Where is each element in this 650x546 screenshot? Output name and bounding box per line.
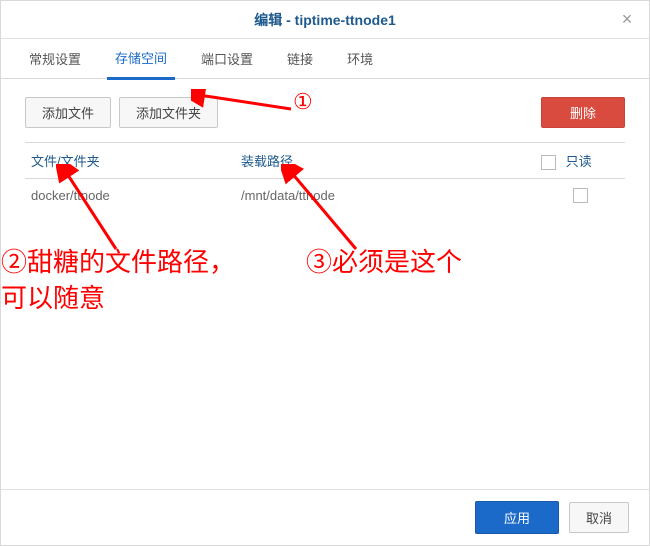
tab-bar: 常规设置 存储空间 端口设置 链接 环境 xyxy=(1,39,649,79)
annotation-text-2-line1: ②甜糖的文件路径， xyxy=(1,247,235,277)
table-row[interactable]: docker/ttnode /mnt/data/ttnode xyxy=(25,179,625,212)
titlebar: 编辑 - tiptime-ttnode1 × xyxy=(1,1,649,39)
tab-general[interactable]: 常规设置 xyxy=(21,39,89,78)
tab-links[interactable]: 链接 xyxy=(279,39,321,78)
col-header-path: 文件/文件夹 xyxy=(25,143,235,179)
col-header-mount: 装载路径 xyxy=(235,143,535,179)
close-icon[interactable]: × xyxy=(617,9,637,29)
delete-button[interactable]: 删除 xyxy=(541,97,625,128)
content-area: 添加文件 添加文件夹 删除 文件/文件夹 装载路径 只读 docker/ttno… xyxy=(1,79,649,489)
annotation-text-2-line2: 可以随意 xyxy=(1,283,105,313)
readonly-header-checkbox[interactable] xyxy=(541,155,556,170)
add-file-button[interactable]: 添加文件 xyxy=(25,97,111,128)
col-header-readonly: 只读 xyxy=(535,143,625,179)
volume-table: 文件/文件夹 装载路径 只读 docker/ttnode /mnt/data/t… xyxy=(25,142,625,211)
col-header-readonly-label: 只读 xyxy=(566,154,592,169)
toolbar: 添加文件 添加文件夹 删除 xyxy=(25,97,625,128)
tab-env[interactable]: 环境 xyxy=(339,39,381,78)
cell-mount: /mnt/data/ttnode xyxy=(235,179,535,212)
readonly-row-checkbox[interactable] xyxy=(573,188,588,203)
dialog-title: 编辑 - tiptime-ttnode1 xyxy=(254,10,396,30)
tab-port[interactable]: 端口设置 xyxy=(193,39,261,78)
add-folder-button[interactable]: 添加文件夹 xyxy=(119,97,218,128)
dialog-footer: 应用 取消 xyxy=(1,489,649,545)
cell-path: docker/ttnode xyxy=(25,179,235,212)
tab-volume[interactable]: 存储空间 xyxy=(107,38,175,80)
annotation-text-3: ③必须是这个 xyxy=(306,244,462,280)
dialog-window: 编辑 - tiptime-ttnode1 × 常规设置 存储空间 端口设置 链接… xyxy=(0,0,650,546)
cancel-button[interactable]: 取消 xyxy=(569,502,629,533)
cell-readonly xyxy=(535,179,625,212)
annotation-text-2: ②甜糖的文件路径， 可以随意 xyxy=(1,244,235,317)
apply-button[interactable]: 应用 xyxy=(475,501,559,534)
